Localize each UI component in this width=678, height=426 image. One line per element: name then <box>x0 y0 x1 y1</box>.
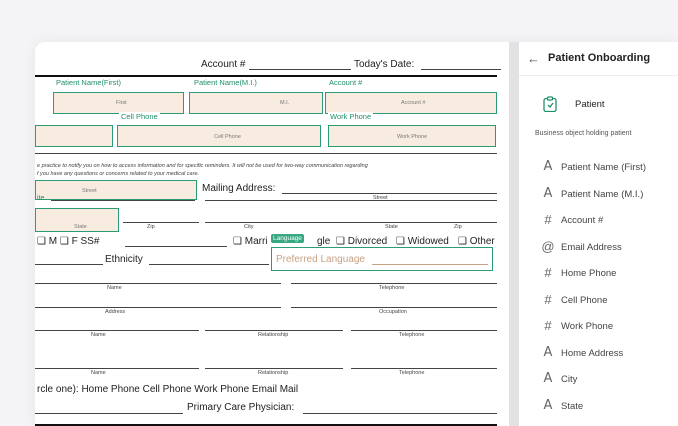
primary-care-physician-label: Primary Care Physician: <box>187 402 295 413</box>
field-label: Cell Phone <box>561 294 608 306</box>
account-heading: Account # <box>201 59 246 70</box>
patient-first-name-field[interactable]: First <box>53 92 184 114</box>
contact-preference-line: rcle one): Home Phone Cell Phone Work Ph… <box>37 384 299 395</box>
language-tag: Language <box>271 234 304 243</box>
clipboard-icon <box>543 96 557 112</box>
field-item[interactable]: # Work Phone <box>541 318 678 336</box>
field-label: Home Address <box>561 347 624 359</box>
married-checkbox[interactable]: ❏ Marri <box>233 236 268 247</box>
field-label: State <box>561 400 584 412</box>
mailing-address-label: Mailing Address: <box>202 183 276 194</box>
field-item[interactable]: A Patient Name (M.I.) <box>541 186 678 204</box>
patient-object-label: Patient <box>575 99 605 110</box>
account-number-field[interactable]: Account # <box>325 92 497 114</box>
account-number-label: Account # <box>327 78 365 87</box>
field-item[interactable]: # Account # <box>541 212 678 230</box>
document-scrollbar[interactable] <box>509 42 519 426</box>
number-icon: # <box>544 212 552 227</box>
state-field[interactable]: State <box>35 208 119 232</box>
document-preview: Account # Today's Date: First Patient Na… <box>35 42 509 426</box>
divorced-checkbox[interactable]: ❏ Divorced <box>336 236 387 247</box>
arrow-left-icon[interactable]: ← <box>527 51 540 66</box>
main-card: Account # Today's Date: First Patient Na… <box>35 42 678 426</box>
home-address-field[interactable]: Street <box>35 180 197 200</box>
field-item[interactable]: A State <box>541 398 678 416</box>
number-icon: # <box>544 265 552 280</box>
work-phone-field[interactable]: Work Phone <box>328 125 496 147</box>
text-icon: A <box>543 397 553 413</box>
ethnicity-label: Ethnicity <box>105 254 143 265</box>
cell-phone-field[interactable]: Cell Phone <box>117 125 321 147</box>
field-item[interactable]: A City <box>541 371 678 389</box>
work-phone-label: Work Phone <box>328 112 374 121</box>
text-icon: A <box>543 159 553 174</box>
patient-mi-field[interactable]: M.I. <box>189 92 323 114</box>
home-phone-field[interactable] <box>35 125 113 147</box>
field-item[interactable]: # Cell Phone <box>541 292 678 310</box>
text-icon: A <box>543 344 553 360</box>
text-icon: A <box>543 371 553 386</box>
field-label: Home Phone <box>561 268 617 279</box>
email-icon: @ <box>541 238 555 254</box>
field-item[interactable]: A Home Address <box>541 345 678 363</box>
sidebar-header: ← Patient Onboarding <box>519 42 678 76</box>
text-icon: A <box>543 185 553 201</box>
field-item[interactable]: # Home Phone <box>541 265 678 283</box>
number-icon: # <box>544 291 552 307</box>
patient-mi-label: Patient Name(M.I.) <box>192 78 259 87</box>
field-item[interactable]: A Patient Name (First) <box>541 159 678 177</box>
field-label: Work Phone <box>561 321 614 332</box>
field-item[interactable]: @ Email Address <box>541 239 678 257</box>
cell-phone-label: Cell Phone <box>119 112 160 121</box>
object-description: Business object holding patient <box>535 130 632 137</box>
onboarding-sidebar: ← Patient Onboarding Patient Business ob… <box>519 42 678 426</box>
other-checkbox[interactable]: ❏ Other <box>458 236 495 247</box>
field-label: Email Address <box>561 241 622 253</box>
sidebar-title: Patient Onboarding <box>548 52 651 64</box>
field-label: Account # <box>561 215 604 226</box>
sex-checkboxes[interactable]: ❏ M ❏ F SS# <box>37 236 99 247</box>
consent-text-line-2: f you have any questions or concerns rel… <box>37 171 200 177</box>
patient-first-name-label: Patient Name(First) <box>54 78 124 87</box>
field-label: Patient Name (M.I.) <box>561 188 644 200</box>
number-icon: # <box>544 318 552 333</box>
widowed-checkbox[interactable]: ❏ Widowed <box>396 236 449 247</box>
field-label: Patient Name (First) <box>561 162 646 173</box>
today-date-heading: Today's Date: <box>354 59 415 70</box>
preferred-language-field[interactable]: Preferred Language <box>271 247 493 271</box>
consent-text-line-1: e practice to notify you on how to acces… <box>37 163 368 169</box>
field-label: City <box>561 374 578 385</box>
